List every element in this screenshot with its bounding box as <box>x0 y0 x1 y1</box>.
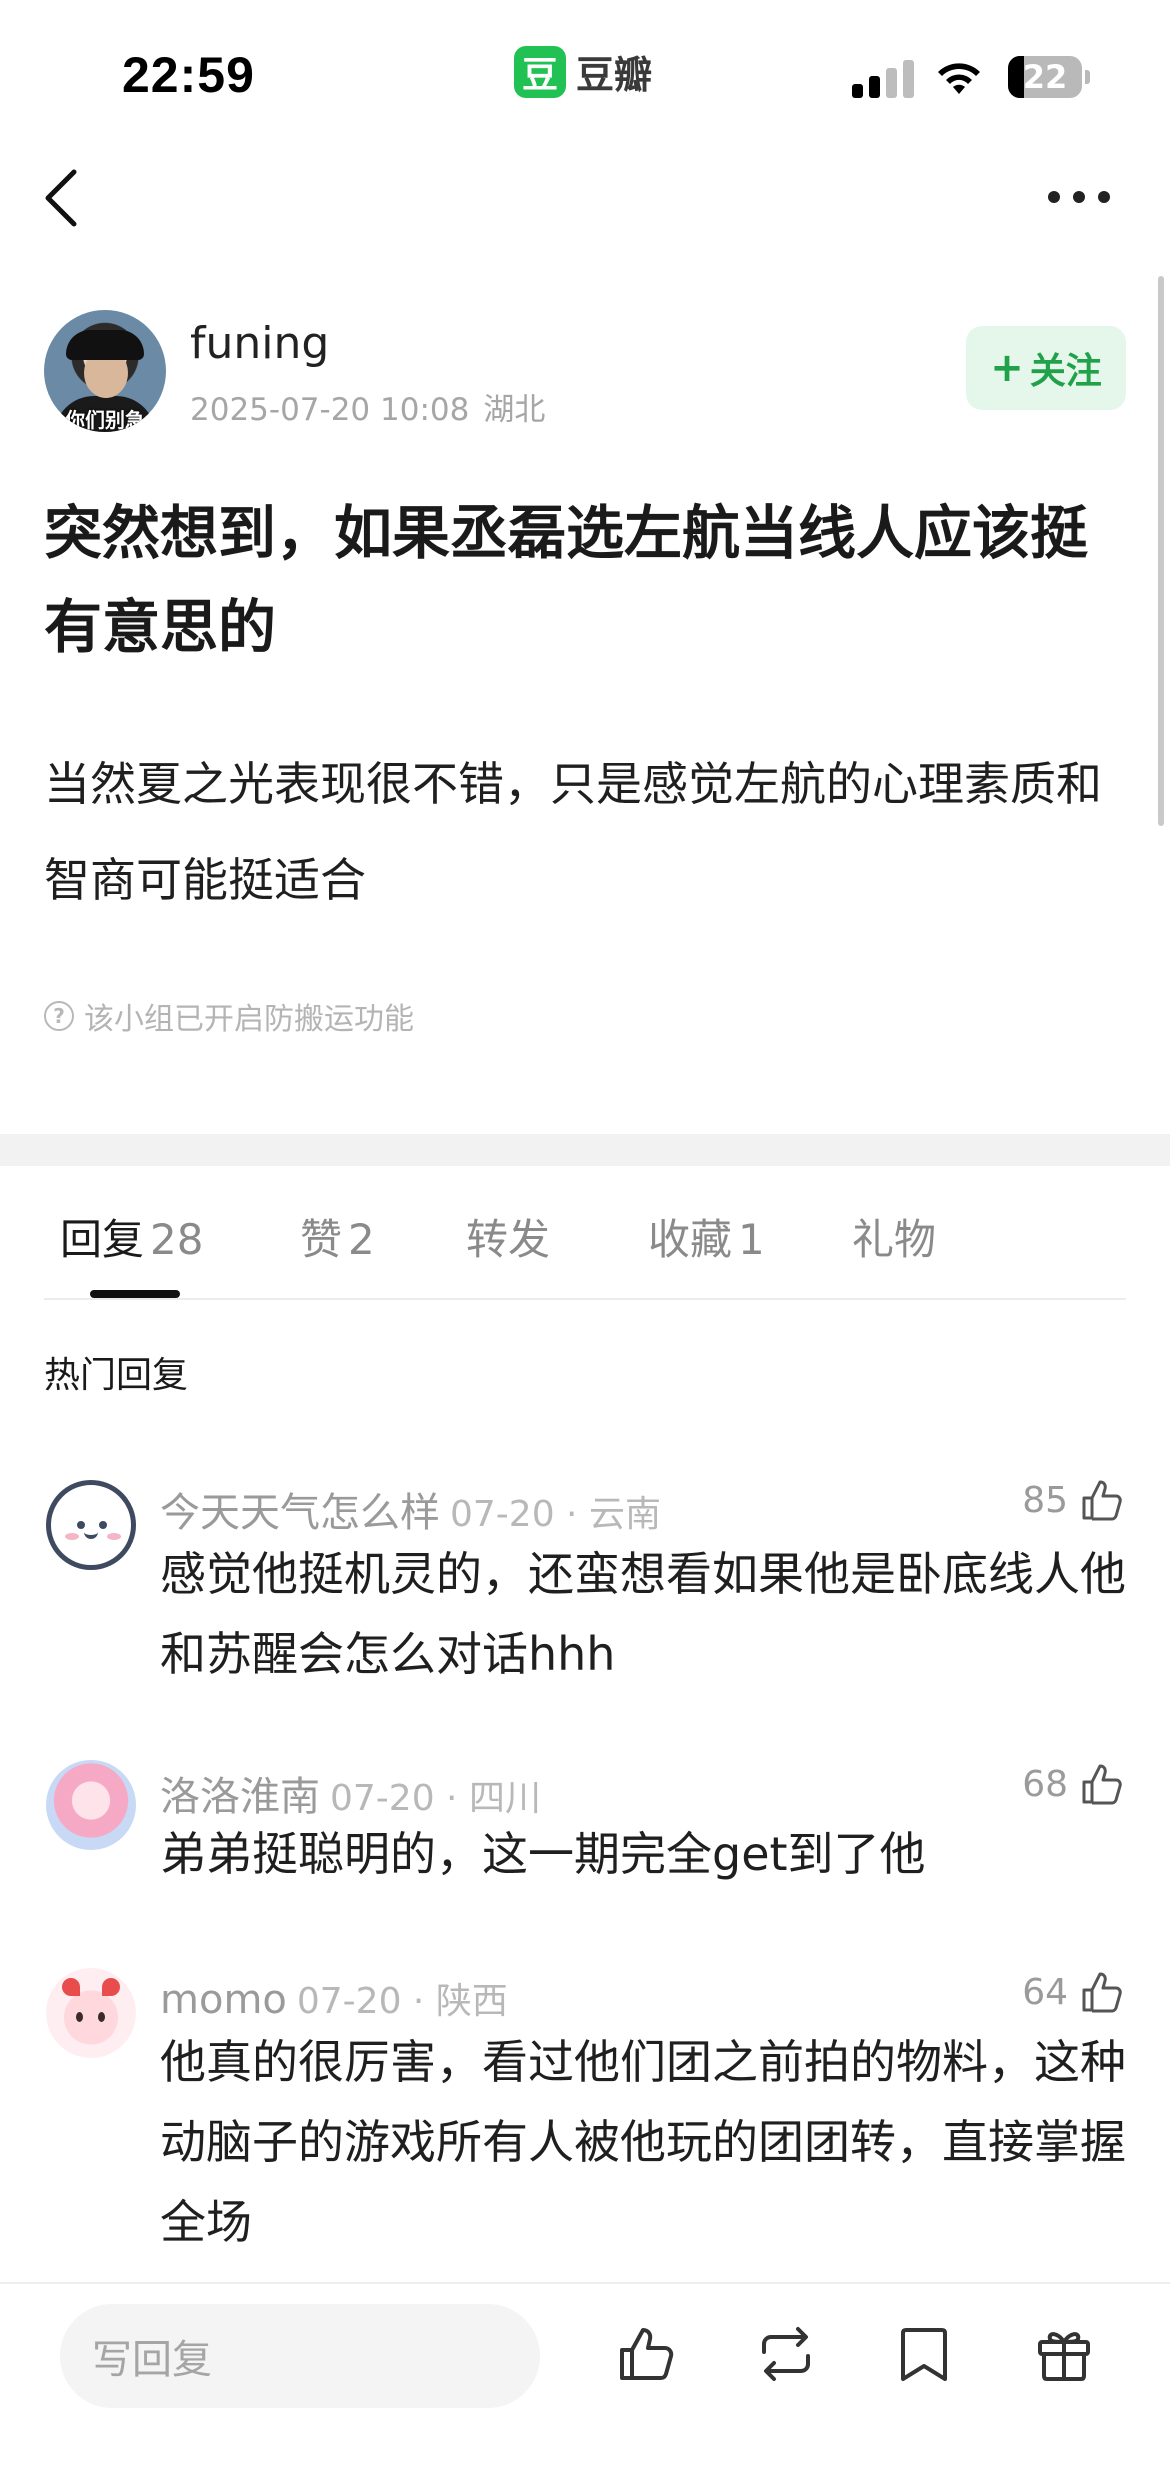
comment-like-count: 64 <box>1022 1971 1068 2013</box>
hot-replies-heading: 热门回复 <box>44 1355 189 1396</box>
anti-repost-notice: ? 该小组已开启防搬运功能 <box>44 994 414 1038</box>
tab-collections[interactable]: 收藏 1 <box>648 1206 765 1267</box>
comment-meta: 07-20 · 四川 <box>330 1778 541 1819</box>
comment-item[interactable]: momo 07-20 · 陕西 64 他真的很厉害，看过他们团之前拍的物料，这种动… <box>0 1960 1170 2260</box>
tab-label: 赞 <box>300 1215 343 1264</box>
more-horizontal-icon[interactable] <box>1046 182 1112 212</box>
wifi-icon <box>938 63 980 94</box>
tabs-divider <box>44 1298 1126 1300</box>
tab-label: 转发 <box>466 1215 551 1264</box>
status-time: 22:59 <box>122 47 255 103</box>
battery-level: 22 <box>1022 58 1068 96</box>
avatar-watermark: 你们别急 <box>65 408 145 432</box>
post-body: 当然夏之光表现很不错，只是感觉左航的心理素质和智商可能挺适合 <box>44 757 1102 907</box>
post-meta: 2025-07-20 10:08 湖北 <box>190 384 545 429</box>
follow-button[interactable]: + 关注 <box>966 326 1126 410</box>
scrollbar[interactable] <box>1158 276 1164 826</box>
reply-input[interactable]: 写回复 <box>60 2304 540 2408</box>
post-location: 湖北 <box>483 392 546 428</box>
tab-label: 收藏 <box>648 1215 733 1264</box>
thumbs-up-icon <box>1082 1764 1122 1805</box>
commenter-avatar[interactable] <box>46 1480 136 1570</box>
comment-item[interactable]: 洛洛淮南 07-20 · 四川 68 弟弟挺聪明的，这一期完全get到了他 <box>0 1752 1170 1902</box>
commenter-avatar[interactable] <box>46 1760 136 1850</box>
notice-text: 该小组已开启防搬运功能 <box>84 1002 414 1037</box>
post-title: 突然想到，如果丞磊选左航当线人应该挺有意思的 <box>44 499 1089 661</box>
plus-icon: + <box>990 345 1024 391</box>
comment-meta: 07-20 · 云南 <box>450 1494 661 1535</box>
section-divider <box>0 1134 1170 1166</box>
comment-like-button[interactable]: 68 <box>1022 1760 1126 1808</box>
comment-text: 他真的很厉害，看过他们团之前拍的物料，这种动脑子的游戏所有人被他玩的团团转，直接… <box>160 2035 1126 2249</box>
douban-logo-icon: 豆 <box>514 45 566 98</box>
comment-like-button[interactable]: 85 <box>1022 1476 1126 1524</box>
bottom-bar-divider <box>0 2282 1170 2284</box>
comment-item[interactable]: 今天天气怎么样 07-20 · 云南 85 感觉他挺机灵的，还蛮想看如果他是卧底线… <box>0 1468 1170 1698</box>
commenter-name[interactable]: 今天天气怎么样 07-20 · 云南 <box>160 1480 661 1538</box>
commenter-avatar[interactable] <box>46 1968 136 2058</box>
tab-label: 礼物 <box>852 1215 937 1264</box>
follow-label: 关注 <box>1029 351 1102 392</box>
tab-label: 回复 <box>60 1215 145 1264</box>
tab-gifts[interactable]: 礼物 <box>852 1206 942 1267</box>
commenter-name-text: 今天天气怎么样 <box>160 1490 440 1536</box>
author-avatar[interactable]: 你们别急 <box>44 310 166 432</box>
tab-replies[interactable]: 回复 28 <box>60 1206 203 1267</box>
thumbs-up-icon[interactable] <box>614 2322 678 2386</box>
comment-text: 弟弟挺聪明的，这一期完全get到了他 <box>160 1827 926 1881</box>
commenter-name-text: momo <box>160 1977 287 2023</box>
chevron-left-icon[interactable] <box>40 166 88 230</box>
tab-reposts[interactable]: 转发 <box>466 1206 556 1267</box>
tab-count: 2 <box>348 1215 375 1264</box>
author-name[interactable]: funing <box>190 318 329 369</box>
tab-count: 1 <box>738 1215 765 1264</box>
comment-meta: 07-20 · 陕西 <box>296 1981 508 2022</box>
post-datetime: 2025-07-20 10:08 <box>190 392 470 428</box>
question-circle-icon: ? <box>44 1001 74 1031</box>
repost-icon[interactable] <box>754 2322 818 2386</box>
gift-icon[interactable] <box>1032 2322 1096 2386</box>
app-badge: 豆 豆瓣 <box>514 44 652 99</box>
comment-like-button[interactable]: 64 <box>1022 1968 1126 2016</box>
comment-like-count: 85 <box>1022 1479 1068 1521</box>
bookmark-icon[interactable] <box>892 2322 956 2386</box>
thumbs-up-icon <box>1082 1972 1122 2013</box>
cellular-signal-icon <box>852 60 914 98</box>
tab-count: 28 <box>150 1215 204 1264</box>
app-name: 豆瓣 <box>576 53 653 97</box>
battery-icon: 22 <box>1008 56 1090 98</box>
commenter-name[interactable]: momo 07-20 · 陕西 <box>160 1972 508 2024</box>
status-bar: 22:59 豆 豆瓣 22 <box>0 0 1170 150</box>
active-tab-indicator <box>90 1290 180 1298</box>
comment-text: 感觉他挺机灵的，还蛮想看如果他是卧底线人他和苏醒会怎么对话hhh <box>160 1547 1126 1681</box>
comment-like-count: 68 <box>1022 1763 1068 1805</box>
tab-likes[interactable]: 赞2 <box>300 1206 375 1267</box>
thumbs-up-icon <box>1082 1480 1122 1521</box>
interaction-tabs: 回复 28 赞2 转发 收藏 1 礼物 <box>0 1166 1170 1300</box>
